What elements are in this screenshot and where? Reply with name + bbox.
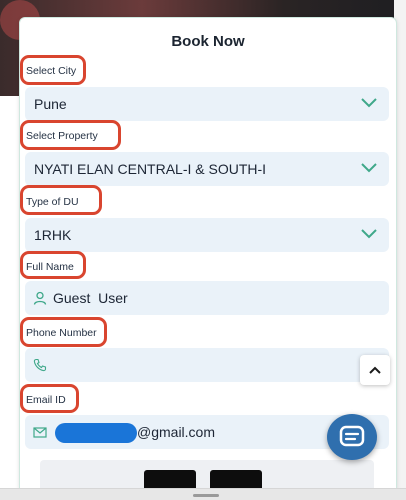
user-icon bbox=[33, 291, 47, 305]
du-type-dropdown[interactable]: 1RHK bbox=[25, 218, 389, 252]
du-type-value: 1RHK bbox=[34, 227, 72, 243]
chat-icon bbox=[339, 425, 365, 447]
select-property-value: NYATI ELAN CENTRAL-I & SOUTH-I bbox=[34, 161, 267, 177]
submit-button[interactable] bbox=[144, 470, 196, 489]
annotation-highlight bbox=[20, 120, 121, 150]
drag-handle[interactable] bbox=[193, 494, 219, 497]
annotation-highlight bbox=[20, 384, 79, 413]
full-name-field[interactable]: Guest User bbox=[25, 281, 389, 315]
submit-area bbox=[40, 460, 374, 489]
select-city-dropdown[interactable]: Pune bbox=[25, 87, 389, 121]
phone-icon bbox=[33, 358, 47, 372]
chevron-up-icon bbox=[369, 366, 381, 374]
phone-number-field[interactable] bbox=[25, 348, 389, 382]
annotation-highlight bbox=[20, 55, 86, 85]
annotation-highlight bbox=[20, 317, 107, 347]
select-property-dropdown[interactable]: NYATI ELAN CENTRAL-I & SOUTH-I bbox=[25, 152, 389, 186]
secondary-button[interactable] bbox=[210, 470, 262, 489]
email-domain-value: @gmail.com bbox=[137, 424, 216, 440]
select-city-value: Pune bbox=[34, 96, 67, 112]
mail-icon bbox=[33, 427, 47, 438]
full-name-value: Guest User bbox=[53, 290, 128, 306]
annotation-highlight bbox=[20, 251, 86, 279]
chevron-down-icon bbox=[361, 163, 377, 173]
annotation-highlight bbox=[20, 185, 102, 215]
scroll-to-top-button[interactable] bbox=[360, 355, 390, 385]
modal-title: Book Now bbox=[171, 33, 245, 50]
email-redaction-mask bbox=[55, 423, 137, 443]
bottom-bar bbox=[0, 488, 406, 500]
chat-button[interactable] bbox=[327, 414, 377, 460]
chevron-down-icon bbox=[361, 229, 377, 239]
chevron-down-icon bbox=[361, 98, 377, 108]
